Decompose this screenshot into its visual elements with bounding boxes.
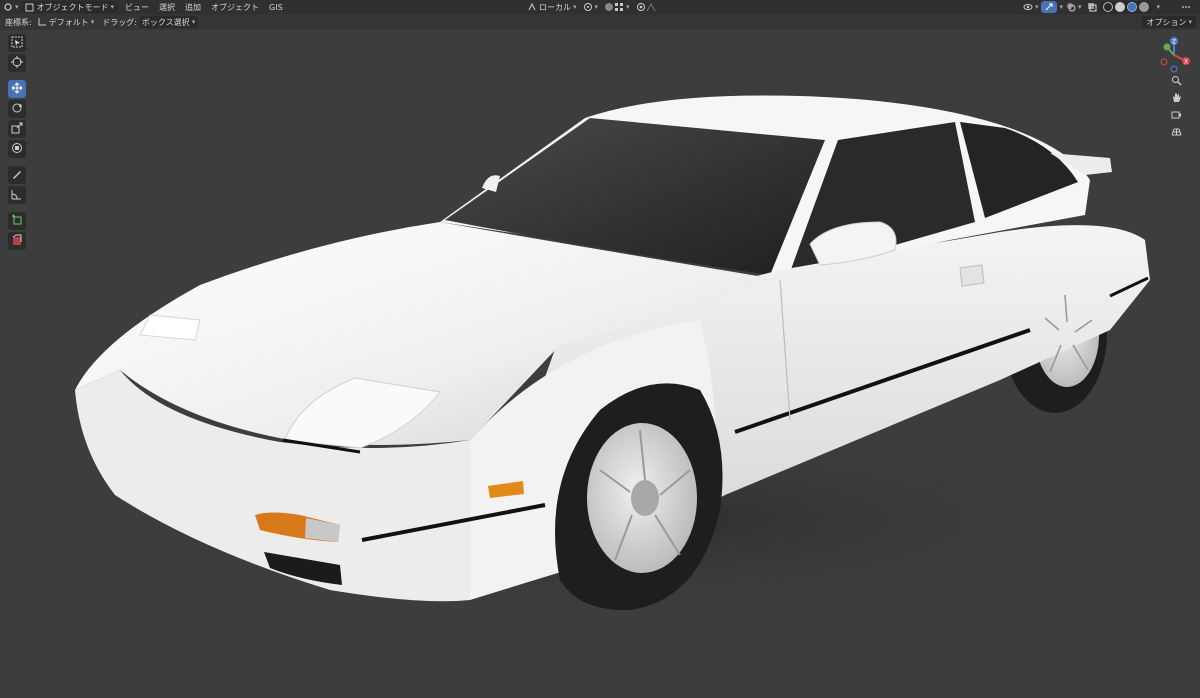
- move-icon: [11, 82, 23, 97]
- proportional-edit-button[interactable]: [633, 1, 659, 13]
- pan-button[interactable]: [1168, 91, 1184, 107]
- material-shading-icon[interactable]: [1127, 2, 1138, 12]
- chevron-down-icon: ▾: [15, 3, 19, 11]
- chevron-down-icon: ▾: [191, 18, 196, 26]
- chevron-down-icon: ▾: [110, 3, 115, 11]
- more-icon: [1181, 2, 1191, 12]
- tool-settings-bar: 座標系: デフォルト ▾ ドラッグ: ボックス選択 ▾: [0, 14, 1200, 30]
- 3d-viewport[interactable]: [0, 30, 1200, 695]
- add-cube-tool[interactable]: [8, 212, 26, 230]
- mode-select[interactable]: オブジェクトモード ▾: [21, 1, 118, 13]
- axis-gizmo[interactable]: Z X: [1158, 35, 1194, 73]
- editor-type-button[interactable]: ▾: [0, 1, 22, 13]
- menu-select[interactable]: 選択: [154, 2, 180, 13]
- navigation-gizmo-area: Z X: [1158, 35, 1194, 141]
- move-tool[interactable]: [8, 80, 26, 98]
- drag-label: ドラッグ:: [102, 17, 137, 27]
- object-icon: [11, 234, 23, 249]
- xray-icon: [1087, 2, 1097, 12]
- eye-icon: [1023, 2, 1033, 12]
- shading-mode-group: [1100, 1, 1153, 13]
- falloff-icon: [646, 2, 656, 12]
- select-box-icon: [11, 36, 23, 51]
- shading-options-chevron-icon[interactable]: ▾: [1156, 3, 1160, 11]
- snap-icon: [604, 2, 614, 12]
- mode-label: オブジェクトモード: [36, 2, 109, 12]
- wireframe-shading-icon[interactable]: [1103, 2, 1114, 12]
- cursor-tool[interactable]: [8, 54, 26, 72]
- grid-icon: [1171, 126, 1182, 140]
- object-data-tool[interactable]: [8, 232, 26, 250]
- add-cube-icon: [11, 214, 23, 229]
- chevron-down-icon: ▾: [1034, 3, 1039, 11]
- coordinate-system-label: 座標系:: [5, 17, 32, 27]
- options-button[interactable]: オプション ▾: [1142, 16, 1196, 28]
- chevron-down-icon: ▾: [1077, 3, 1082, 11]
- visibility-button[interactable]: ▾: [1020, 1, 1042, 13]
- axes-icon: [37, 17, 47, 27]
- rendered-shading-icon[interactable]: [1139, 2, 1150, 12]
- editor-type-icon: [3, 2, 13, 12]
- camera-icon: [1171, 109, 1182, 123]
- proportional-edit-icon: [636, 2, 646, 12]
- chevron-down-icon: ▾: [1188, 18, 1192, 26]
- rotate-tool[interactable]: [8, 100, 26, 118]
- hand-icon: [1171, 92, 1182, 106]
- snap-grid-icon: [614, 2, 624, 12]
- axis-y-handle-icon: [1163, 43, 1171, 51]
- transform-orientation-label: ローカル: [539, 2, 571, 12]
- coordinate-system-value: デフォルト: [48, 17, 89, 27]
- scale-icon: [11, 122, 23, 137]
- drag-mode-select[interactable]: ボックス選択 ▾: [138, 16, 199, 28]
- options-label: オプション: [1146, 17, 1187, 27]
- menu-gis[interactable]: GIS: [264, 3, 288, 12]
- viewport-header: ▾ オブジェクトモード ▾ ビュー 選択 追加 オブジェクト GIS ローカル …: [0, 0, 1200, 14]
- sidebar-toggle-button[interactable]: [1178, 1, 1194, 13]
- menu-object[interactable]: オブジェクト: [206, 2, 264, 13]
- zoom-button[interactable]: [1168, 74, 1184, 90]
- orientation-icon: [527, 2, 537, 12]
- overlay-toggle-button[interactable]: ▾: [1063, 1, 1085, 13]
- camera-view-button[interactable]: [1168, 108, 1184, 124]
- axis-z-label: Z: [1172, 39, 1176, 46]
- perspective-toggle-button[interactable]: [1168, 125, 1184, 141]
- axis-neg-x-handle-icon: [1160, 58, 1168, 66]
- transform-icon: [11, 142, 23, 157]
- transform-orientation-select[interactable]: ローカル ▾: [524, 1, 580, 13]
- overlay-icon: [1066, 2, 1076, 12]
- ruler-icon: [11, 188, 23, 203]
- rotate-icon: [11, 102, 23, 117]
- gizmo-icon: [1044, 2, 1054, 12]
- select-box-tool[interactable]: [8, 34, 26, 52]
- pivot-icon: [583, 2, 593, 12]
- tool-shelf: [6, 34, 28, 252]
- pivot-point-button[interactable]: ▾: [580, 1, 602, 13]
- coordinate-system-select[interactable]: デフォルト ▾: [34, 16, 98, 28]
- chevron-down-icon: ▾: [626, 3, 630, 11]
- solid-shading-icon[interactable]: [1115, 2, 1126, 12]
- drag-mode-value: ボックス選択: [141, 17, 190, 27]
- snap-button[interactable]: ▾: [601, 1, 633, 13]
- xray-toggle-button[interactable]: [1084, 1, 1100, 13]
- axis-x-label: X: [1184, 59, 1188, 66]
- chevron-down-icon: ▾: [573, 3, 577, 11]
- transform-tool[interactable]: [8, 140, 26, 158]
- axis-neg-z-handle-icon: [1170, 65, 1178, 73]
- chevron-down-icon: ▾: [90, 18, 95, 26]
- gizmo-toggle-button[interactable]: [1041, 1, 1058, 13]
- object-mode-icon: [25, 2, 35, 12]
- pencil-icon: [11, 168, 23, 183]
- menu-view[interactable]: ビュー: [120, 2, 154, 13]
- scene-render: [60, 95, 1180, 620]
- measure-tool[interactable]: [8, 186, 26, 204]
- chevron-down-icon: ▾: [594, 3, 599, 11]
- cursor-icon: [11, 55, 23, 71]
- scale-tool[interactable]: [8, 120, 26, 138]
- door-handle: [959, 264, 985, 287]
- menu-add[interactable]: 追加: [180, 2, 206, 13]
- left-headlight-lid: [139, 314, 201, 341]
- annotate-tool[interactable]: [8, 166, 26, 184]
- zoom-icon: [1171, 75, 1182, 89]
